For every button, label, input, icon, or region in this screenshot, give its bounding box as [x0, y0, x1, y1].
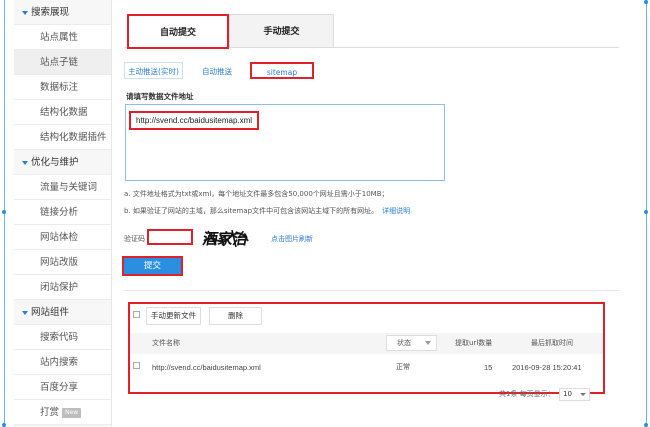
sitemap-url-textarea[interactable]: http://svend.cc/baidusitemap.xml	[125, 104, 445, 181]
status-filter-label: 状态	[397, 339, 411, 347]
sidebar-item-reward[interactable]: 打赏 New	[14, 400, 111, 425]
sidebar-item-link-analysis[interactable]: 链接分析	[14, 200, 111, 225]
sidebar-item-traffic-keywords[interactable]: 流量与关键词	[14, 175, 111, 200]
subtab-sitemap[interactable]: sitemap	[250, 62, 314, 79]
expand-triangle-icon	[22, 11, 28, 15]
table-row: http://svend.cc/baidusitemap.xml 正常 15 2…	[130, 357, 603, 378]
chevron-down-icon	[580, 393, 586, 396]
tab-auto-submit[interactable]: 自动提交	[127, 14, 229, 49]
expand-triangle-icon	[22, 311, 28, 315]
page-size-value: 10	[563, 390, 572, 398]
pagination-summary: 共1条 每页显示：	[499, 390, 555, 398]
hint-main-domain-text: b. 如果验证了网站的主域，那么sitemap文件中可包含该网站主域下的所有网址…	[124, 207, 379, 215]
sidebar-item-site-check[interactable]: 网站体检	[14, 225, 111, 250]
new-badge: New	[62, 407, 82, 418]
cell-status: 正常	[396, 363, 410, 371]
subtab-auto-push[interactable]: 自动推送	[187, 62, 247, 79]
url-field-label: 请填写数据文件地址	[126, 92, 194, 101]
hint-main-domain: b. 如果验证了网站的主域，那么sitemap文件中可包含该网站主域下的所有网址…	[124, 206, 410, 216]
submit-button[interactable]: 提交	[122, 256, 183, 276]
tab-manual-submit[interactable]: 手动提交	[229, 14, 334, 48]
manual-update-button[interactable]: 手动更新文件	[146, 307, 201, 325]
resize-handle-top-right[interactable]	[644, 0, 648, 4]
resize-handle-left[interactable]	[2, 210, 6, 214]
subtab-active-push[interactable]: 主动推送(实时)	[124, 62, 183, 79]
column-header-file-name: 文件名称	[152, 339, 180, 347]
status-filter-dropdown[interactable]: 状态	[386, 335, 437, 351]
sidebar-item-close-protection[interactable]: 闭站保护	[14, 275, 111, 300]
delete-button[interactable]: 删除	[209, 307, 262, 325]
expand-triangle-icon	[22, 161, 28, 165]
cell-last-crawl: 2016-09-28 15:20:41	[512, 363, 582, 372]
main-content: 自动提交 手动提交 主动推送(实时) 自动推送 sitemap 请填写数据文件地…	[112, 0, 643, 427]
details-link[interactable]: 详细说明	[382, 207, 410, 215]
sidebar-item-search-code[interactable]: 搜索代码	[14, 325, 111, 350]
hint-format: a. 文件地址格式为txt或xml，每个地址文件最多包含50,000个网址且需小…	[124, 190, 389, 198]
table-header: 文件名称 状态 提取url数量 最后抓取时间	[130, 333, 603, 354]
nav-group-label: 搜索展现	[31, 7, 70, 18]
submit-mode-tabs: 自动提交 手动提交	[124, 14, 619, 49]
captcha-refresh-link[interactable]: 点击图片刷新	[271, 234, 313, 244]
column-header-last-crawl: 最后抓取时间	[531, 339, 573, 347]
cell-url-count: 15	[484, 363, 493, 372]
chevron-down-icon	[425, 341, 431, 345]
nav-group-label: 优化与维护	[31, 157, 79, 168]
sidebar-item-label: 打赏	[40, 407, 60, 418]
row-checkbox[interactable]	[133, 362, 140, 369]
captcha-glyphs: 酒家治	[202, 230, 249, 248]
resize-handle-right[interactable]	[644, 210, 648, 214]
nav-group-search-display[interactable]: 搜索展现	[14, 0, 111, 25]
sidebar-item-sitelinks[interactable]: 站点子链	[14, 50, 111, 75]
captcha-image[interactable]: 酒家治	[202, 227, 260, 249]
cell-file-name: http://svend.cc/baidusitemap.xml	[152, 363, 261, 372]
captcha-input[interactable]	[147, 229, 193, 245]
sidebar-item-data-annotation[interactable]: 数据标注	[14, 75, 111, 100]
page-size-select[interactable]: 10	[559, 388, 590, 401]
sidebar-item-baidu-share[interactable]: 百度分享	[14, 375, 111, 400]
select-all-checkbox[interactable]	[133, 311, 140, 318]
nav-group-label: 网站组件	[31, 307, 70, 318]
nav-group-site-components[interactable]: 网站组件	[14, 300, 111, 325]
column-header-url-count: 提取url数量	[455, 339, 493, 347]
section-divider	[124, 290, 619, 291]
sidebar-item-site-search[interactable]: 站内搜索	[14, 350, 111, 375]
sidebar-item-structured-data-plugin[interactable]: 结构化数据插件	[14, 125, 111, 150]
sidebar: 搜索展现 站点属性 站点子链 数据标注 结构化数据 结构化数据插件 优化与维护 …	[14, 0, 112, 427]
sitemap-url-value: http://svend.cc/baidusitemap.xml	[129, 111, 259, 130]
captcha-label: 验证码	[124, 235, 145, 243]
nav-group-optimize[interactable]: 优化与维护	[14, 150, 111, 175]
sidebar-item-site-revision[interactable]: 网站改版	[14, 250, 111, 275]
sidebar-item-site-attributes[interactable]: 站点属性	[14, 25, 111, 50]
resize-handle-bottom-left[interactable]	[2, 423, 6, 427]
sidebar-item-structured-data[interactable]: 结构化数据	[14, 100, 111, 125]
sitemap-file-panel: 手动更新文件 删除 文件名称 状态 提取url数量 最后抓取时间 http://…	[128, 302, 605, 394]
resize-handle-bottom-right[interactable]	[644, 423, 648, 427]
